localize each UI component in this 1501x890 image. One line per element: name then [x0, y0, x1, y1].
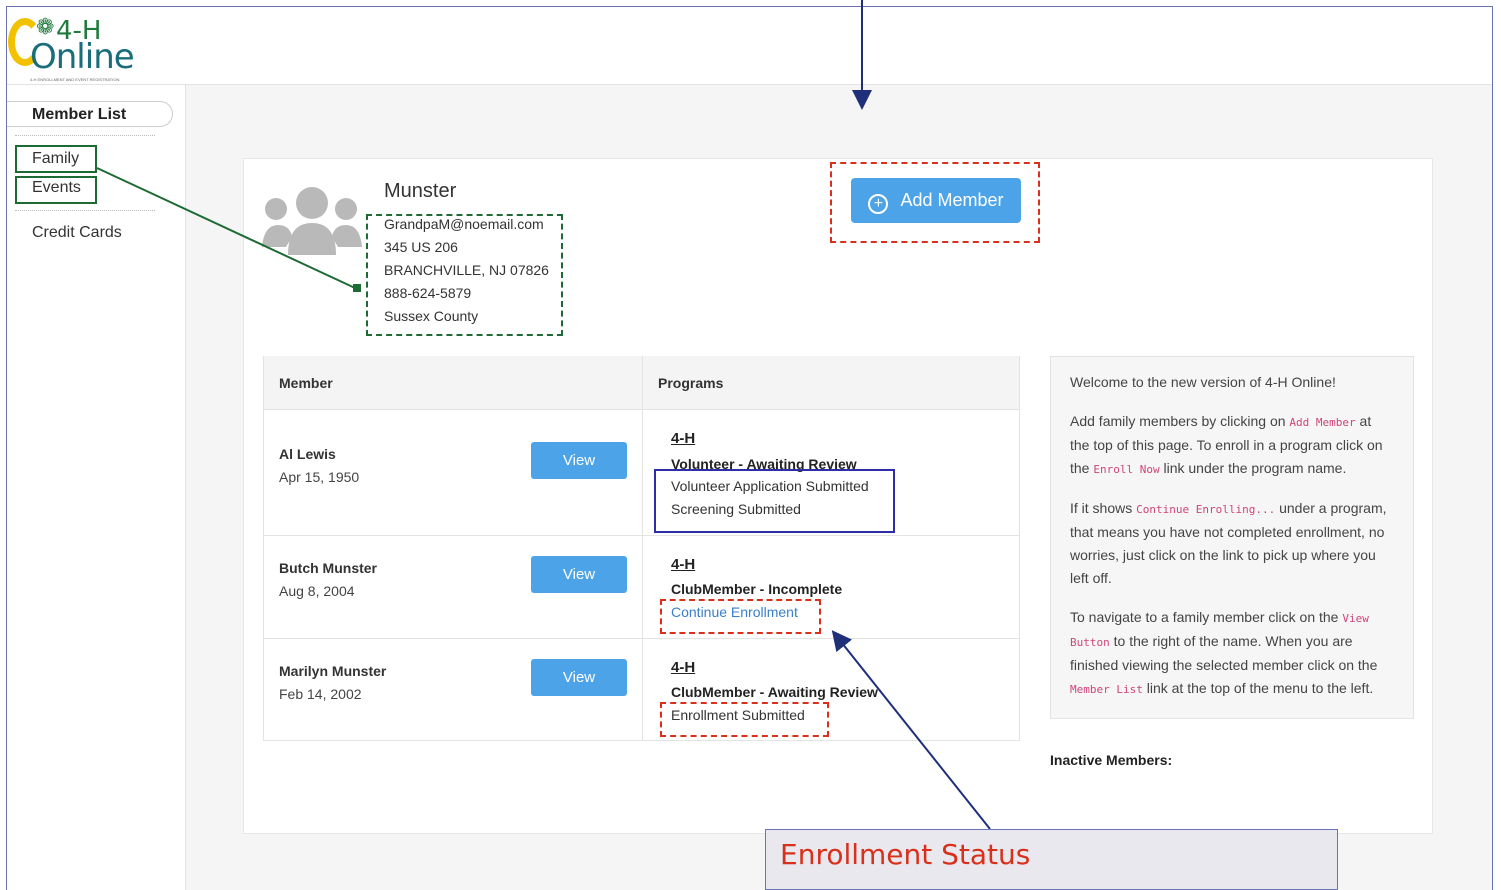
arrow-to-contact-end	[353, 284, 361, 292]
enrollment-status-callout: Enrollment Status	[765, 829, 1338, 890]
annotation-arrows	[96, 0, 991, 830]
arrow-to-contact	[96, 167, 356, 289]
arrow-to-enrollment-status	[831, 630, 991, 830]
